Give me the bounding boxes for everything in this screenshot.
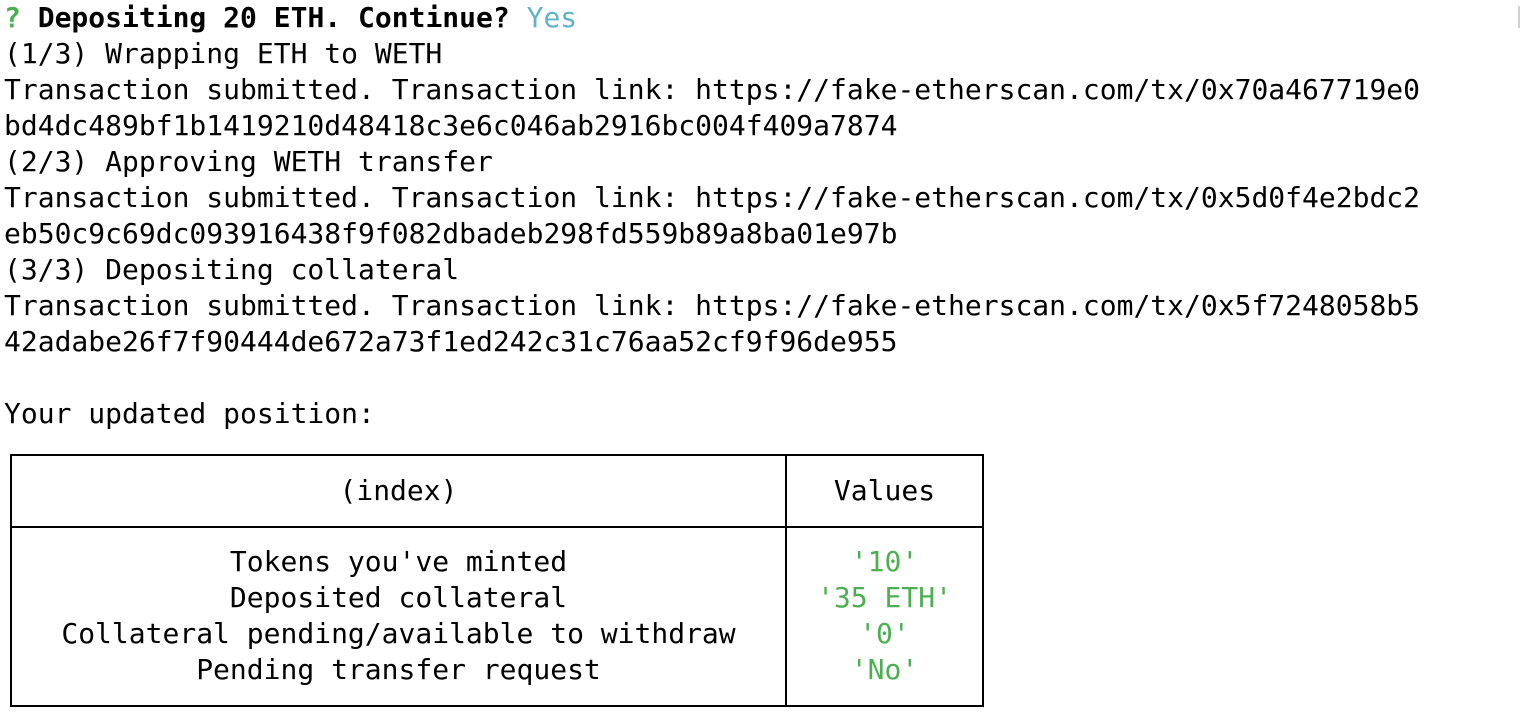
terminal-output: ? Depositing 20 ETH. Continue? Yes (1/3)… <box>4 0 1520 432</box>
tx-link-continuation[interactable]: 42adabe26f7f90444de672a73f1ed242c31c76aa… <box>4 324 1520 360</box>
tx-link-continuation[interactable]: bd4dc489bf1b1419210d48418c3e6c046ab2916b… <box>4 108 1520 144</box>
table-row-value: '10' <box>850 545 919 578</box>
prompt-line: ? Depositing 20 ETH. Continue? Yes <box>4 0 1520 36</box>
tx-link-line[interactable]: Transaction submitted. Transaction link:… <box>4 180 1520 216</box>
prompt-question: Depositing 20 ETH. Continue? <box>37 1 510 34</box>
prompt-symbol: ? <box>4 1 21 34</box>
position-heading: Your updated position: <box>4 397 375 430</box>
table-row-label: Deposited collateral <box>229 581 568 614</box>
index-column: Tokens you've minted Deposited collatera… <box>12 544 785 688</box>
step-3-label: (3/3) Depositing collateral <box>4 253 460 286</box>
table-row-value: '0' <box>859 617 910 650</box>
header-divider <box>12 526 982 528</box>
scrollbar-edge[interactable] <box>1518 6 1520 28</box>
tx-link-continuation[interactable]: eb50c9c69dc093916438f9f082dbadeb298fd559… <box>4 216 1520 252</box>
table-row-label: Pending transfer request <box>196 653 601 686</box>
table-row-label: Tokens you've minted <box>229 545 568 578</box>
table-header-values: Values <box>833 474 936 507</box>
table-row-label: Collateral pending/available to withdraw <box>61 617 736 650</box>
table-header-index: (index) <box>339 474 458 507</box>
step-1-label: (1/3) Wrapping ETH to WETH <box>4 37 443 70</box>
prompt-answer: Yes <box>526 1 578 34</box>
table-row-value: '35 ETH' <box>817 581 952 614</box>
table-row-value: 'No' <box>850 653 919 686</box>
step-2-label: (2/3) Approving WETH transfer <box>4 145 493 178</box>
values-column: '10' '35 ETH' '0' 'No' <box>787 544 982 688</box>
position-table: (index) Values Tokens you've minted Depo… <box>10 454 984 707</box>
tx-link-line[interactable]: Transaction submitted. Transaction link:… <box>4 288 1520 324</box>
tx-link-line[interactable]: Transaction submitted. Transaction link:… <box>4 72 1520 108</box>
